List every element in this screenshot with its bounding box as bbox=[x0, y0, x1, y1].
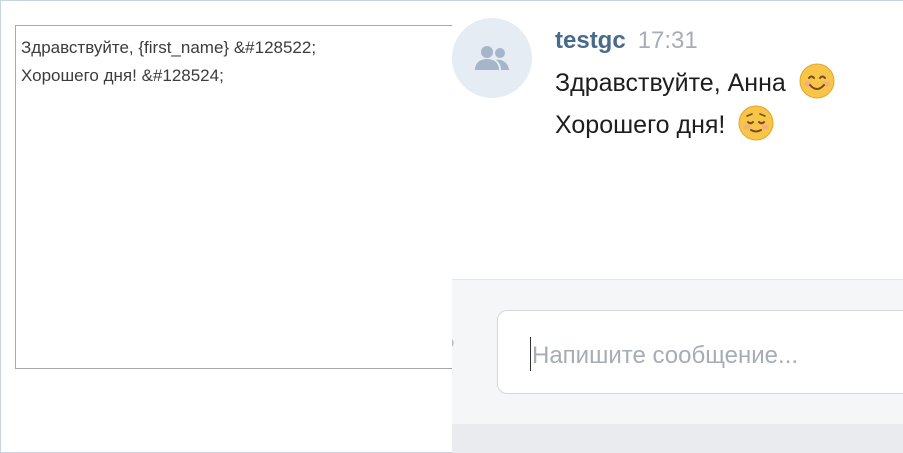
template-textarea[interactable]: Здравствуйте, {first_name} &#128522; Хор… bbox=[15, 25, 455, 369]
message-input[interactable]: Напишите сообщение... bbox=[497, 310, 903, 394]
relieved-face-emoji-icon bbox=[738, 105, 774, 148]
chat-panel: testgc 17:31 Здравствуйте, Анна Хорошего … bbox=[452, 1, 903, 453]
template-line-2: Хорошего дня! &#128524; bbox=[21, 66, 224, 85]
smiling-face-emoji-icon bbox=[799, 63, 835, 106]
message-line-2: Хорошего дня! bbox=[555, 105, 774, 148]
message-line-text: Хорошего дня! bbox=[555, 111, 726, 140]
message-author[interactable]: testgc bbox=[555, 27, 626, 54]
message-time: 17:31 bbox=[637, 27, 698, 54]
message-line-1: Здравствуйте, Анна bbox=[555, 63, 835, 106]
message-header: testgc 17:31 bbox=[555, 27, 698, 55]
bottom-bar bbox=[452, 424, 903, 453]
composer-area: ? Напишите сообщение... bbox=[452, 279, 903, 425]
avatar[interactable] bbox=[452, 18, 532, 98]
text-caret bbox=[530, 337, 531, 371]
template-line-1: Здравствуйте, {first_name} &#128522; bbox=[21, 38, 317, 57]
group-users-icon bbox=[475, 46, 509, 70]
message-line-text: Здравствуйте, Анна bbox=[555, 69, 786, 98]
attach-icon[interactable]: ? bbox=[452, 332, 455, 366]
message-input-placeholder: Напишите сообщение... bbox=[532, 342, 799, 369]
